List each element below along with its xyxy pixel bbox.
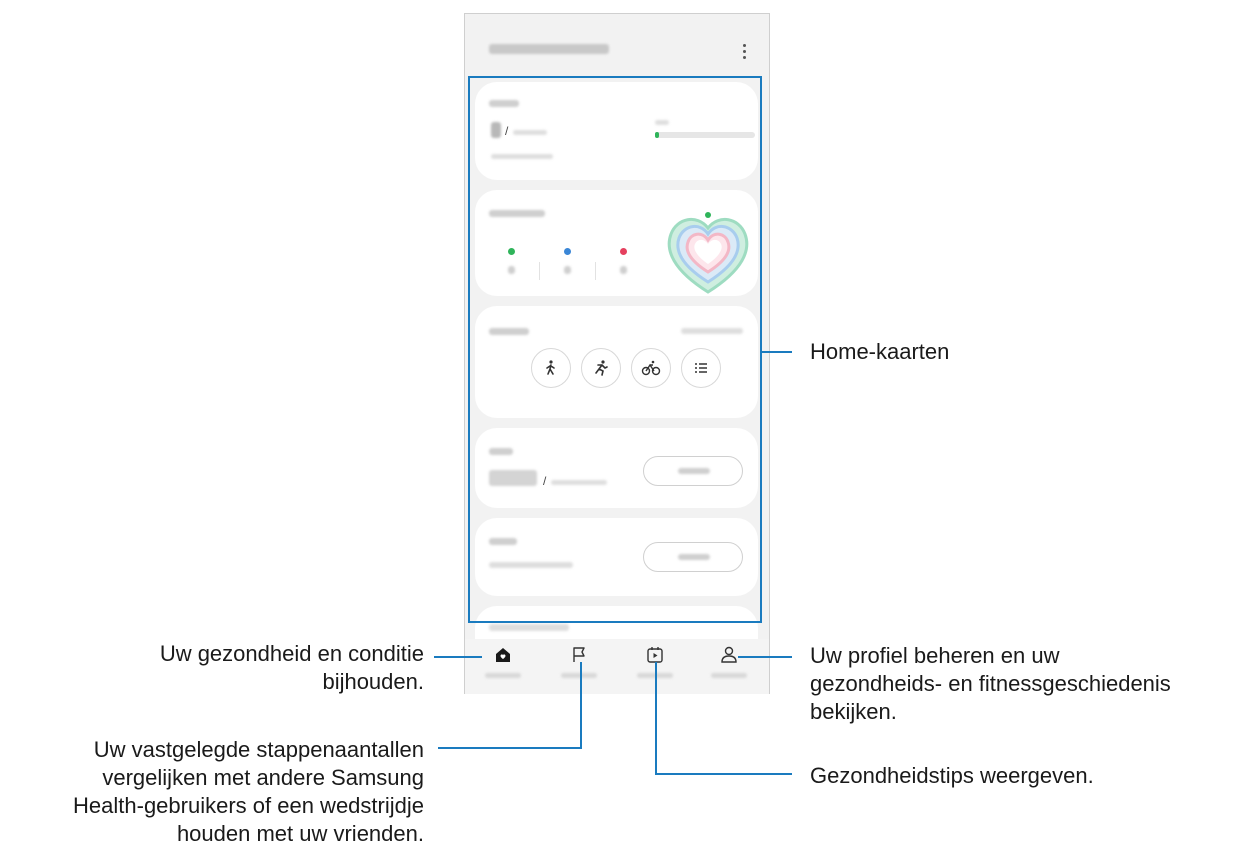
cycling-icon (641, 360, 661, 376)
steps-goal-blurred (513, 130, 547, 135)
sleep-record-button[interactable] (643, 542, 743, 572)
daily-activity-title-blurred (489, 210, 545, 217)
phone-screen: / / (464, 13, 770, 694)
exercise-list-button[interactable] (681, 348, 721, 388)
my-page-tab-callout-line (738, 656, 792, 658)
together-tab-callout-line-v (580, 662, 582, 748)
app-header (465, 14, 769, 78)
calories-icon (620, 248, 627, 255)
move-icon (508, 248, 515, 255)
food-record-button[interactable] (643, 456, 743, 486)
activity-heart-icon (663, 210, 753, 296)
tab-home[interactable] (473, 645, 533, 687)
steps-separator: / (505, 124, 509, 138)
steps-card[interactable]: / (475, 82, 758, 180)
list-icon (695, 363, 707, 373)
exercise-minutes-icon (564, 248, 571, 255)
flag-icon (573, 647, 585, 662)
home-cards-callout-line (762, 351, 792, 353)
calories-value-blurred (620, 266, 627, 274)
food-calories-blurred (489, 470, 537, 486)
steps-percent-blurred (655, 120, 669, 125)
metric-divider (539, 262, 540, 280)
home-cards-callout-text: Home-kaarten (810, 339, 950, 364)
together-tab-callout-text: Uw vastgelegde stappenaantallen vergelij… (73, 737, 424, 846)
more-options-icon[interactable] (739, 44, 749, 62)
exercise-card-title-blurred (489, 328, 529, 335)
home-icon (496, 648, 510, 662)
sleep-record-label-blurred (678, 554, 710, 560)
steps-progress-fill (655, 132, 659, 138)
home-tab-callout-line (434, 656, 482, 658)
together-tab-callout-line-h (438, 747, 582, 749)
discover-tab-callout-line-h (655, 773, 792, 775)
sleep-card[interactable] (475, 518, 758, 596)
walking-button[interactable] (531, 348, 571, 388)
move-value-blurred (508, 266, 515, 274)
metric-divider (595, 262, 596, 280)
food-separator: / (543, 474, 547, 488)
food-card[interactable]: / (475, 428, 758, 508)
profile-icon (721, 646, 737, 663)
home-tab-callout-text: Uw gezondheid en conditie bijhouden. (159, 641, 424, 694)
sleep-card-title-blurred (489, 538, 517, 545)
discover-tab-callout-text: Gezondheidstips weergeven. (810, 763, 1094, 788)
my-page-tab-callout-text: Uw profiel beheren en uw gezondheids- en… (810, 643, 1171, 724)
steps-progress-bar (655, 132, 755, 138)
tab-together-label-blurred (561, 673, 597, 678)
daily-activity-card[interactable] (475, 190, 758, 296)
steps-subtext-blurred (491, 154, 553, 159)
steps-count-blurred (491, 122, 501, 138)
tab-home-label-blurred (485, 673, 521, 678)
sleep-question-blurred (489, 562, 573, 568)
food-record-label-blurred (678, 468, 710, 474)
exercise-card[interactable] (475, 306, 758, 418)
food-card-title-blurred (489, 448, 513, 455)
exercise-value-blurred (564, 266, 571, 274)
body-composition-title-blurred (489, 624, 569, 631)
tab-my-page-label-blurred (711, 673, 747, 678)
discover-tab-callout-line-v (655, 662, 657, 774)
running-button[interactable] (581, 348, 621, 388)
bottom-navigation (465, 639, 769, 694)
food-goal-blurred (551, 480, 607, 485)
tab-my-page[interactable] (699, 645, 759, 687)
steps-card-title-blurred (489, 100, 519, 107)
exercise-history-link-blurred (681, 328, 743, 334)
tab-together[interactable] (549, 645, 609, 687)
app-title-blurred (489, 44, 609, 54)
walking-icon (546, 360, 555, 375)
running-icon (595, 360, 608, 376)
cycling-button[interactable] (631, 348, 671, 388)
